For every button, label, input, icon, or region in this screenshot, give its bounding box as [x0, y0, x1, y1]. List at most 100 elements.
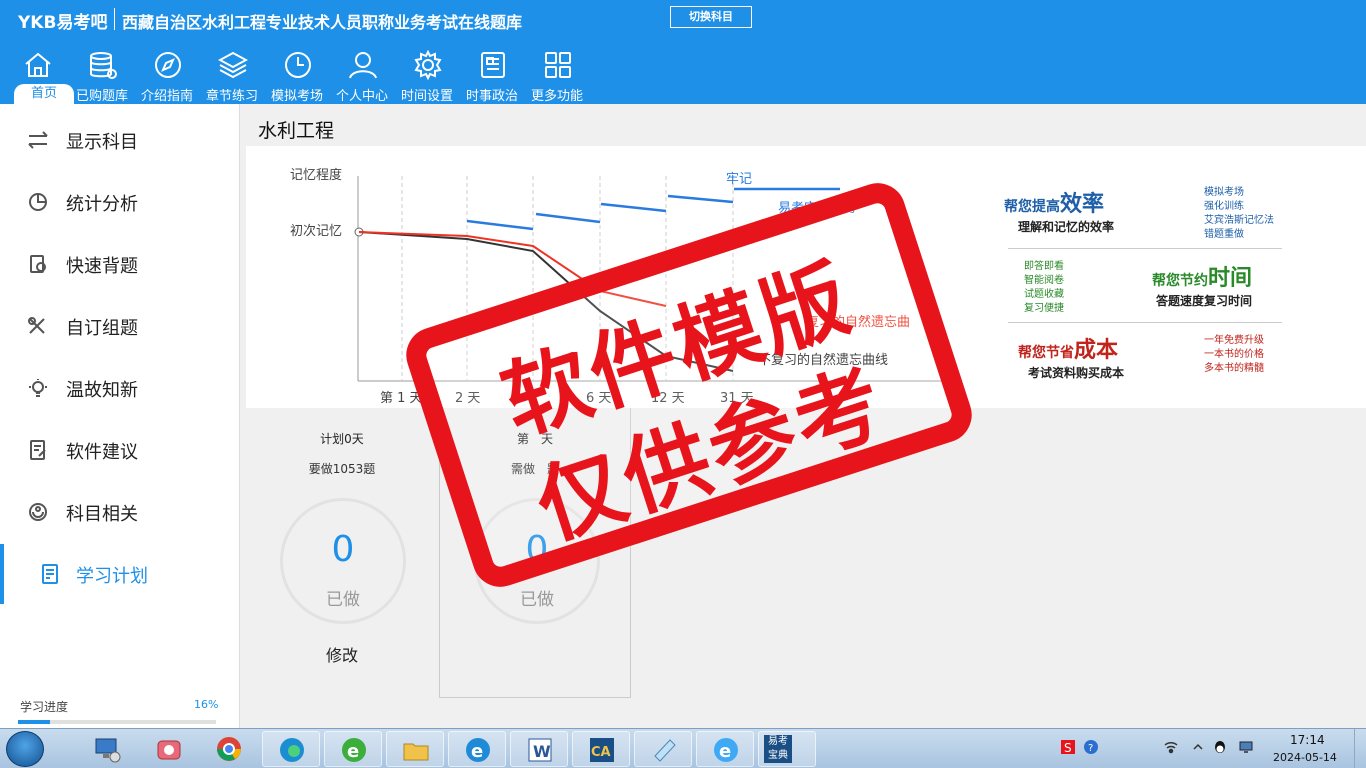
taskbar-word[interactable]: W: [510, 731, 568, 767]
nav-more[interactable]: 更多功能: [526, 48, 588, 104]
taskbar-network-app[interactable]: [78, 731, 136, 767]
nav-mock-label: 模拟考场: [270, 89, 323, 104]
home-icon: [25, 52, 51, 77]
nav-time-settings[interactable]: 时间设置: [396, 48, 458, 104]
sidebar-item-statistics[interactable]: 统计分析: [0, 182, 240, 222]
progress-value: 16%: [194, 698, 219, 711]
app-header: YKB易考吧 西藏自治区水利工程专业技术人员职称业务考试在线题库 切换科目 首页…: [0, 0, 1366, 104]
nav-purchased-banks[interactable]: 已购题库: [71, 48, 133, 104]
taskbar-ie-2[interactable]: e: [696, 731, 754, 767]
brand-separator: [114, 8, 115, 30]
promo-list-item: 试题收藏: [1024, 289, 1064, 300]
sidebar-item-quick-review[interactable]: 快速背题: [0, 244, 240, 284]
ykb-app-label: 易考宝典: [764, 735, 792, 763]
plan-progress-ring: 0 已做: [280, 498, 406, 624]
gear-icon: [414, 50, 442, 80]
nav-guide[interactable]: 介绍指南: [136, 48, 198, 104]
progress-fill: [18, 720, 50, 724]
nav-affairs-label: 时事政治: [465, 89, 518, 104]
nav-mock-exam[interactable]: 模拟考场: [266, 48, 328, 104]
svg-text:e: e: [347, 741, 359, 762]
subject-icon: [29, 503, 47, 521]
sidebar-item-study-plan[interactable]: 学习计划: [0, 544, 240, 604]
taskbar-ca-app[interactable]: CA: [572, 731, 630, 767]
promo-efficiency-list: 模拟考场 强化训练 艾宾浩斯记忆法 错题重做: [1204, 186, 1274, 242]
ie-icon: e: [714, 738, 738, 762]
sidebar-label: 科目相关: [66, 504, 138, 525]
taskbar-edge[interactable]: [262, 731, 320, 767]
promo-big: 成本: [1074, 338, 1119, 363]
sidebar-item-feedback[interactable]: 软件建议: [0, 430, 240, 470]
nav-current-affairs[interactable]: 时事政治: [461, 48, 523, 104]
folder-icon: [403, 743, 429, 761]
user-icon: [349, 52, 377, 79]
camera-icon: [157, 740, 181, 760]
tools-icon: [28, 317, 45, 334]
switch-subject-button[interactable]: 切换科目: [670, 6, 752, 28]
sidebar-label: 快速背题: [66, 256, 138, 277]
svg-text:S: S: [1064, 741, 1072, 755]
nav-home[interactable]: 首页: [6, 48, 74, 104]
notes-icon: [654, 739, 676, 762]
svg-text:?: ?: [1088, 743, 1093, 754]
promo-time-list: 即答即看 智能阅卷 试题收藏 复习便捷: [1024, 260, 1064, 316]
promo-pre: 帮您节省: [1018, 345, 1074, 361]
word-icon: W: [528, 738, 552, 762]
browser-icon: e: [342, 738, 366, 762]
sidebar-label: 温故知新: [66, 380, 138, 401]
taskbar-ie-green[interactable]: e: [324, 731, 382, 767]
qq-icon[interactable]: [1212, 739, 1228, 755]
sidebar-label: 自订组题: [66, 318, 138, 339]
promo-list-item: 一本书的价格: [1204, 349, 1264, 360]
database-icon: [90, 52, 117, 79]
sidebar-item-show-subjects[interactable]: 显示科目: [0, 120, 240, 160]
clock-date[interactable]: 2024-05-14: [1273, 751, 1337, 764]
show-hidden-icons-icon[interactable]: [1190, 739, 1206, 755]
feedback-icon: [30, 440, 46, 460]
promo-time: 帮您节约时间 答题速度复习时间: [1152, 260, 1252, 309]
taskbar-photo-app[interactable]: [140, 731, 198, 767]
clock-icon: [285, 52, 311, 78]
show-desktop-button[interactable]: [1354, 729, 1366, 768]
layers-icon: [218, 51, 248, 79]
sidebar-label: 统计分析: [66, 194, 138, 215]
grid-icon: [545, 52, 571, 78]
wifi-icon[interactable]: [1163, 739, 1179, 755]
input-method-icon[interactable]: S: [1060, 739, 1076, 755]
promo-list-item: 即答即看: [1024, 261, 1064, 272]
nav-chapter-practice[interactable]: 章节练习: [201, 48, 263, 104]
taskbar-ie[interactable]: e: [448, 731, 506, 767]
network-icon[interactable]: [1238, 739, 1254, 755]
promo-pre: 帮您提高: [1004, 199, 1060, 215]
x-tick: 第 1 天: [380, 391, 423, 406]
chrome-icon: [217, 737, 241, 761]
promo-list-item: 多本书的精髓: [1204, 363, 1264, 374]
taskbar-explorer[interactable]: [386, 731, 444, 767]
nav-purchased-label: 已购题库: [75, 89, 128, 104]
firm-memory-label: 牢记: [726, 172, 752, 187]
sidebar-item-review-old[interactable]: 温故知新: [0, 368, 240, 408]
sidebar-item-custom-quiz[interactable]: 自订组题: [0, 306, 240, 346]
help-icon[interactable]: ?: [1083, 739, 1099, 755]
sidebar-item-subject-related[interactable]: 科目相关: [0, 492, 240, 532]
promo-list-item: 强化训练: [1204, 201, 1244, 212]
progress-label: 学习进度: [20, 700, 69, 714]
taskbar-chrome[interactable]: [200, 731, 258, 767]
clock-time[interactable]: 17:14: [1290, 733, 1325, 747]
nav-home-label: 首页: [14, 84, 74, 104]
promo-efficiency: 帮您提高效率 理解和记忆的效率: [1004, 186, 1114, 235]
news-icon: [481, 52, 505, 78]
taskbar-ykb-app[interactable]: 易考宝典: [758, 731, 816, 767]
start-button[interactable]: [6, 731, 44, 767]
plan-edit-button[interactable]: 修改: [246, 642, 438, 666]
promo-cost-list: 一年免费升级 一本书的价格 多本书的精髓: [1204, 334, 1264, 376]
promo-divider: [1008, 322, 1282, 323]
swap-icon: [28, 131, 48, 149]
svg-text:e: e: [471, 741, 483, 762]
taskbar-notes[interactable]: [634, 731, 692, 767]
edge-icon: [280, 738, 304, 762]
bulb-icon: [29, 379, 47, 397]
brand-logo: YKB易考吧: [18, 13, 108, 33]
nav-personal-center[interactable]: 个人中心: [331, 48, 393, 104]
promo-list-item: 智能阅卷: [1024, 275, 1064, 286]
